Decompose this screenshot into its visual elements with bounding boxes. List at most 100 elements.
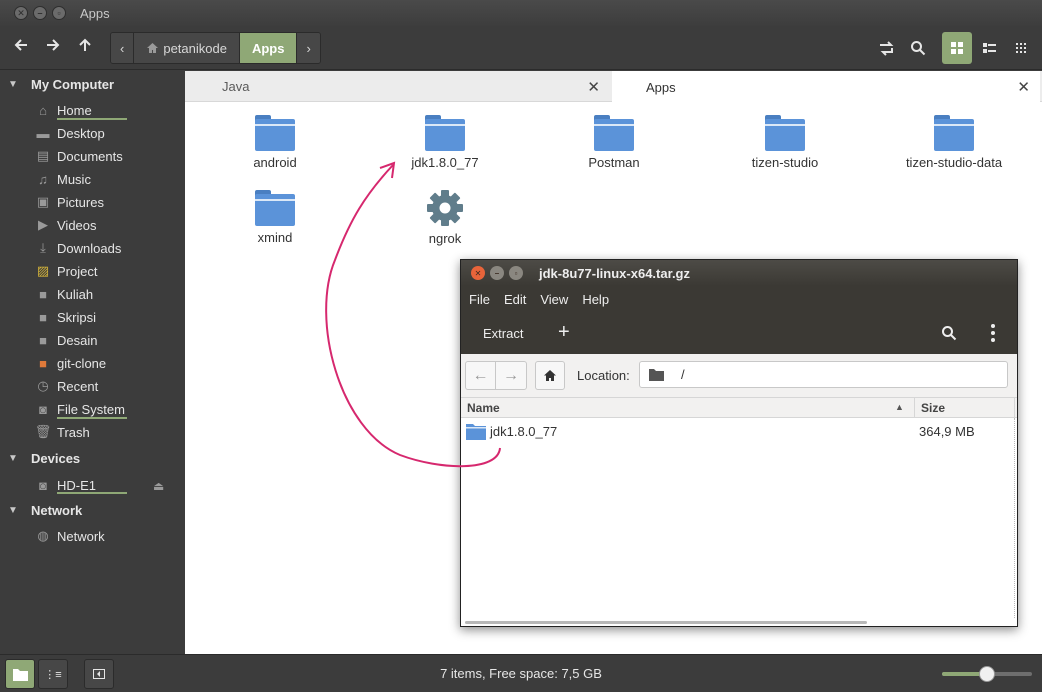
sidebar-item-git-clone[interactable]: ■ git-clone (35, 355, 106, 371)
sidebar-item-skripsi[interactable]: ■ Skripsi (35, 309, 96, 325)
sidebar-item-desktop[interactable]: ▬ Desktop (35, 125, 105, 141)
extract-button[interactable]: Extract (483, 326, 523, 341)
sidebar-item-documents[interactable]: ▤ Documents (35, 148, 123, 164)
sidebar-item-hd-e1[interactable]: ◙ HD-E1 (35, 477, 96, 493)
close-window-button[interactable]: ✕ (14, 6, 28, 20)
menu-view[interactable]: View (540, 292, 568, 307)
sidebar-item-network[interactable]: ◍ Network (35, 528, 104, 544)
table-row[interactable]: jdk1.8.0_77 364,9 MB (461, 418, 1016, 444)
archive-titlebar: ✕ – ▫ jdk-8u77-linux-x64.tar.gz (461, 260, 1017, 286)
arrow-up-icon (79, 38, 91, 51)
column-divider (1014, 398, 1015, 418)
close-tab-icon[interactable]: ✕ (1017, 78, 1030, 96)
archive-menubar: File Edit View Help (461, 286, 1017, 312)
column-name-header[interactable]: Name (467, 401, 500, 415)
folder-icon: ■ (39, 286, 47, 302)
breadcrumb-prev-button[interactable]: ‹ (111, 33, 135, 63)
archive-toolbar: Extract + (461, 312, 1017, 354)
sidebar-item-home[interactable]: ⌂ Home (35, 102, 92, 118)
column-size-header[interactable]: Size (921, 401, 945, 415)
home-icon (544, 370, 556, 381)
file-item-tizen-studio-data[interactable]: tizen-studio-data (879, 115, 1029, 170)
archive-maximize-button[interactable]: ▫ (509, 266, 523, 280)
file-item-xmind[interactable]: xmind (200, 190, 350, 245)
sidebar-section-devices[interactable]: ▼ Devices (8, 451, 80, 466)
archive-menu-button[interactable] (991, 323, 995, 346)
sort-ascending-icon: ▲ (895, 402, 904, 412)
window-titlebar: ✕ – ▫ Apps (0, 0, 1042, 26)
file-item-android[interactable]: android (200, 115, 350, 170)
archive-back-button[interactable]: ← (466, 362, 496, 389)
horizontal-scrollbar[interactable] (465, 621, 867, 624)
archive-close-button[interactable]: ✕ (471, 266, 485, 280)
folder-icon: ■ (39, 309, 47, 325)
chevron-right-icon: › (306, 40, 311, 56)
menu-help[interactable]: Help (582, 292, 609, 307)
file-item-tizen-studio[interactable]: tizen-studio (710, 115, 860, 170)
sidebar-item-videos[interactable]: ▶ Videos (35, 217, 97, 233)
search-button[interactable] (903, 32, 933, 64)
folder-icon: ■ (39, 332, 47, 348)
archive-row-name: jdk1.8.0_77 (490, 424, 558, 439)
zoom-slider-handle[interactable] (979, 666, 995, 682)
tab-bar: Java ✕ Apps ✕ (185, 71, 1042, 103)
toolbar: ‹ petanikode Apps › (0, 26, 1042, 70)
breadcrumb: ‹ petanikode Apps › (110, 32, 321, 64)
up-button[interactable] (73, 36, 97, 60)
expander-down-icon: ▼ (8, 505, 18, 516)
sidebar-item-trash[interactable]: 🗑 Trash (35, 424, 90, 440)
location-field[interactable]: / (639, 361, 1008, 388)
add-files-button[interactable]: + (558, 321, 570, 344)
list-view-button[interactable] (974, 32, 1004, 64)
project-icon: ▨ (36, 263, 50, 278)
archive-search-button[interactable] (941, 325, 957, 344)
folder-icon (649, 369, 664, 381)
expander-down-icon: ▼ (8, 79, 18, 90)
tab-apps[interactable]: Apps ✕ (612, 71, 1040, 103)
close-tab-icon[interactable]: ✕ (587, 78, 600, 96)
icon-view-button[interactable] (942, 32, 972, 64)
sidebar-section-my-computer[interactable]: ▼ My Computer (8, 77, 114, 92)
sidebar-item-file-system[interactable]: ◙ File System (35, 401, 125, 417)
compact-grid-icon (1016, 43, 1026, 53)
clock-icon: ◷ (37, 378, 49, 393)
minimize-window-button[interactable]: – (33, 6, 47, 20)
compact-view-button[interactable] (1006, 32, 1036, 64)
sidebar-item-downloads[interactable]: ⤓ Downloads (35, 240, 121, 256)
file-item-jdk[interactable]: jdk1.8.0_77 (370, 115, 520, 170)
sidebar-item-project[interactable]: ▨ Project (35, 263, 98, 279)
location-value: / (681, 367, 685, 382)
file-item-ngrok[interactable]: ngrok (370, 188, 520, 246)
sidebar-item-music[interactable]: ♫ Music (35, 171, 91, 187)
arrow-right-icon (47, 39, 60, 51)
tab-java[interactable]: Java ✕ (185, 71, 610, 102)
archive-home-button[interactable] (535, 361, 565, 390)
sidebar-item-kuliah[interactable]: ■ Kuliah (35, 286, 93, 302)
breadcrumb-item-petanikode[interactable]: petanikode (134, 33, 240, 63)
forward-button[interactable] (41, 36, 65, 60)
back-button[interactable] (9, 36, 33, 60)
sidebar-section-network[interactable]: ▼ Network (8, 503, 82, 518)
maximize-window-button[interactable]: ▫ (52, 6, 66, 20)
menu-edit[interactable]: Edit (504, 292, 526, 307)
archive-minimize-button[interactable]: – (490, 266, 504, 280)
gear-icon (427, 190, 463, 226)
zoom-slider[interactable] (942, 666, 1032, 682)
kebab-menu-icon (991, 324, 995, 342)
location-label: Location: (577, 368, 630, 383)
breadcrumb-item-apps[interactable]: Apps (239, 33, 298, 63)
breadcrumb-next-button[interactable]: › (297, 33, 320, 63)
menu-file[interactable]: File (469, 292, 490, 307)
folder-icon (934, 115, 974, 151)
arrow-right-icon: → (503, 366, 519, 384)
sidebar-item-pictures[interactable]: ▣ Pictures (35, 194, 104, 210)
sidebar-item-desain[interactable]: ■ Desain (35, 332, 97, 348)
eject-icon[interactable]: ⏏ (153, 479, 164, 493)
arrow-left-icon (14, 39, 27, 51)
archive-title: jdk-8u77-linux-x64.tar.gz (539, 265, 690, 281)
archive-forward-button[interactable]: → (496, 362, 526, 389)
sidebar-item-recent[interactable]: ◷ Recent (35, 378, 98, 394)
file-item-postman[interactable]: Postman (539, 115, 689, 170)
toggle-location-button[interactable] (872, 32, 902, 64)
window-title: Apps (80, 5, 110, 21)
